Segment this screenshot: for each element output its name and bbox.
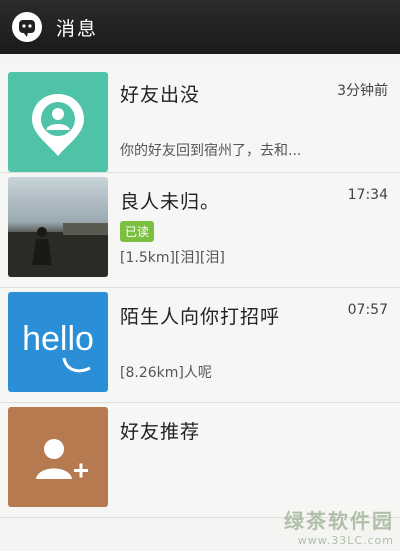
message-time: 17:34: [347, 187, 388, 203]
add-person-icon: [8, 407, 108, 507]
top-bar: 消息: [0, 0, 400, 54]
message-preview: 你的好友回到宿州了，去和...: [120, 143, 302, 159]
message-time: 07:57: [347, 302, 388, 318]
message-name: 好友推荐: [120, 421, 201, 443]
page-title: 消息: [56, 17, 99, 40]
photo-avatar: [8, 177, 108, 277]
message-time: 3分钟前: [337, 83, 388, 99]
message-row-liangren[interactable]: 良人未归。 17:34 已读 [1.5km][泪][泪]: [0, 173, 400, 288]
hello-icon: hello: [8, 292, 108, 392]
message-name: 陌生人向你打招呼: [120, 306, 281, 328]
message-row-stranger-greeting[interactable]: hello 陌生人向你打招呼 07:57 [8.26km]人呢: [0, 288, 400, 403]
message-preview: [1.5km][泪][泪]: [120, 250, 225, 266]
read-badge: 已读: [120, 221, 155, 242]
message-list: 好友出没 3分钟前 你的好友回到宿州了，去和... 良人未归。 17:34 已读…: [0, 54, 400, 518]
svg-text:hello: hello: [22, 320, 94, 358]
message-name: 良人未归。: [120, 191, 221, 213]
message-name: 好友出没: [120, 84, 201, 106]
watermark-text: 绿茶软件园: [284, 509, 394, 533]
chat-bubble-icon[interactable]: [12, 12, 42, 42]
watermark-url: www.33LC.com: [297, 534, 394, 547]
message-row-friend-nearby[interactable]: 好友出没 3分钟前 你的好友回到宿州了，去和...: [0, 66, 400, 173]
watermark: 绿茶软件园 www.33LC.com: [284, 505, 394, 547]
location-person-icon: [8, 72, 108, 172]
message-preview: [8.26km]人呢: [120, 365, 212, 381]
message-row-friend-recommend[interactable]: 好友推荐: [0, 403, 400, 518]
